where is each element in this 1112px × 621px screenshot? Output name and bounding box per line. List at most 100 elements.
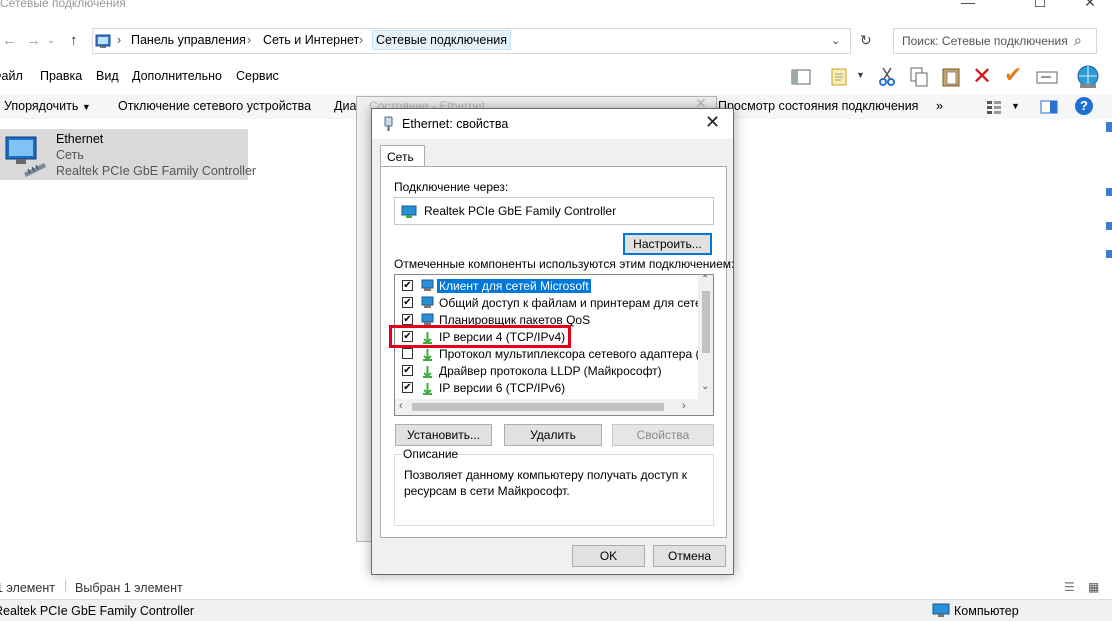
window-titlebar: Сетевые подключения — ☐ ✕	[0, 0, 1112, 20]
description-text: Позволяет данному компьютеру получать до…	[404, 468, 687, 498]
more-commands-button[interactable]: »	[936, 99, 943, 113]
vertical-scrollbar[interactable]: ⌃ ⌄	[698, 275, 713, 400]
tiles-view-icon[interactable]: ▦	[1088, 580, 1099, 594]
protocol-icon	[423, 349, 432, 361]
dialog-titlebar: Ethernet: свойства ✕	[372, 109, 733, 139]
list-item[interactable]: ✔ Драйвер протокола LLDP (Майкрософт)	[395, 363, 700, 380]
horizontal-scrollbar[interactable]: ‹ ›	[395, 399, 713, 415]
scroll-up-icon[interactable]: ⌃	[701, 275, 709, 285]
configure-button[interactable]: Настроить...	[623, 233, 712, 255]
crumb-control-panel[interactable]: Панель управления	[131, 33, 246, 47]
crumb-separator: ›	[117, 33, 122, 47]
folder-options-icon[interactable]	[830, 66, 852, 88]
preview-pane-icon[interactable]	[1040, 99, 1058, 115]
component-checkbox[interactable]: ✔	[402, 314, 413, 325]
change-view-icon[interactable]	[986, 99, 1002, 115]
details-bar: Realtek PCIe GbE Family Controller Компь…	[0, 599, 1112, 621]
component-checkbox[interactable]: ✔	[402, 297, 413, 308]
vertical-scroll-thumb[interactable]	[702, 291, 710, 353]
search-placeholder: Поиск: Сетевые подключения	[902, 34, 1068, 48]
list-item[interactable]: ✔ Общий доступ к файлам и принтерам для …	[395, 295, 700, 312]
folder-options-dropdown-icon[interactable]: ▼	[856, 70, 865, 80]
scroll-left-icon[interactable]: ‹	[399, 400, 403, 412]
connection-adapter: Realtek PCIe GbE Family Controller	[56, 164, 257, 178]
menu-file[interactable]: Файл	[0, 69, 23, 83]
paste-icon[interactable]	[940, 66, 962, 88]
horizontal-scroll-thumb[interactable]	[412, 403, 664, 411]
component-checkbox[interactable]: ✔	[402, 365, 413, 376]
recent-chevron-icon[interactable]: ⌄	[47, 35, 55, 46]
scroll-right-icon[interactable]: ›	[682, 400, 686, 412]
crumb-network-internet[interactable]: Сеть и Интернет	[263, 33, 359, 47]
edge-marker	[1106, 122, 1112, 132]
details-location: Компьютер	[954, 604, 1019, 618]
list-item[interactable]: ✔ Клиент для сетей Microsoft	[395, 278, 700, 295]
organize-dropdown-icon: ▼	[81, 102, 91, 112]
component-checkbox[interactable]: ✔	[402, 280, 413, 291]
search-input[interactable]: Поиск: Сетевые подключения ⌕	[893, 28, 1097, 54]
status-bar: 1 элемент | Выбран 1 элемент ☰ ▦	[0, 578, 1112, 598]
disable-device-button[interactable]: Отключение сетевого устройства	[118, 99, 311, 113]
connection-network: Сеть	[56, 148, 84, 162]
view-dropdown-icon[interactable]: ▼	[1011, 101, 1020, 111]
connection-item-ethernet[interactable]: Ethernet Сеть Realtek PCIe GbE Family Co…	[0, 129, 256, 180]
maximize-button[interactable]: ☐	[1018, 0, 1062, 11]
cancel-button[interactable]: Отмена	[653, 545, 726, 567]
view-status-button[interactable]: Просмотр состояния подключения	[718, 99, 918, 113]
diagnose-button[interactable]: Диа	[334, 99, 356, 113]
back-arrow-icon[interactable]: ←	[2, 32, 17, 49]
up-arrow-icon[interactable]: ↑	[70, 32, 78, 49]
edge-marker	[1106, 250, 1112, 258]
delete-icon[interactable]: ✕	[972, 62, 992, 91]
help-icon[interactable]: ?	[1075, 97, 1093, 115]
list-item[interactable]: Протокол мультиплексора сетевого адаптер…	[395, 346, 700, 363]
organize-button[interactable]: Упорядочить ▼	[4, 99, 91, 113]
dialog-close-button[interactable]: ✕	[705, 112, 720, 133]
properties-button[interactable]: Свойства	[612, 424, 714, 446]
menu-advanced[interactable]: Дополнительно	[132, 69, 222, 83]
edge-marker	[1106, 222, 1112, 230]
connect-using-label: Подключение через:	[394, 180, 509, 194]
ethernet-adapter-icon	[5, 136, 46, 177]
cut-icon[interactable]	[876, 66, 898, 88]
address-row: ← → ⌄ ↑ › Панель управления › Сеть и Инт…	[0, 26, 1112, 56]
protocol-icon	[423, 366, 432, 378]
selected-count: Выбран 1 элемент	[75, 581, 183, 595]
install-button[interactable]: Установить...	[395, 424, 492, 446]
components-label: Отмеченные компоненты используются этим …	[394, 257, 735, 271]
network-globe-icon[interactable]	[1074, 64, 1102, 90]
details-view-icon[interactable]: ☰	[1064, 580, 1075, 594]
minimize-button[interactable]: —	[946, 0, 990, 10]
menu-tools[interactable]: Сервис	[236, 69, 279, 83]
window-title: Сетевые подключения	[0, 0, 126, 10]
address-dropdown-icon[interactable]: ⌄	[831, 34, 840, 47]
tab-network[interactable]: Сеть	[380, 145, 425, 167]
address-bar[interactable]: › Панель управления › Сеть и Интернет › …	[92, 28, 851, 54]
details-adapter: Realtek PCIe GbE Family Controller	[0, 604, 195, 618]
search-icon[interactable]: ⌕	[1074, 32, 1082, 49]
properties-check-icon[interactable]: ✔	[1004, 62, 1022, 88]
dialog-title: Ethernet: свойства	[402, 117, 509, 131]
menu-edit[interactable]: Правка	[40, 69, 82, 83]
component-checkbox[interactable]: ✔	[402, 382, 413, 393]
edge-marker	[1106, 188, 1112, 196]
organize-label: Упорядочить	[4, 99, 79, 113]
list-item[interactable]: ✔ IP версии 6 (TCP/IPv6)	[395, 380, 700, 397]
uninstall-button[interactable]: Удалить	[504, 424, 602, 446]
copy-icon[interactable]	[908, 66, 930, 88]
ok-button[interactable]: OK	[572, 545, 645, 567]
scroll-down-icon[interactable]: ⌄	[701, 381, 709, 392]
control-panel-icon	[95, 34, 111, 48]
close-window-button[interactable]: ✕	[1068, 0, 1112, 11]
computer-icon	[932, 603, 950, 617]
adapter-icon	[401, 205, 417, 218]
component-checkbox[interactable]	[402, 348, 413, 359]
refresh-icon[interactable]: ↻	[860, 32, 872, 49]
layout-icon[interactable]	[790, 66, 812, 88]
crumb-separator: ›	[247, 33, 252, 47]
protocol-icon	[423, 383, 432, 395]
menu-view[interactable]: Вид	[96, 69, 119, 83]
crumb-network-connections[interactable]: Сетевые подключения	[372, 30, 512, 50]
forward-arrow-icon[interactable]: →	[26, 32, 41, 49]
rename-icon[interactable]	[1036, 66, 1058, 88]
